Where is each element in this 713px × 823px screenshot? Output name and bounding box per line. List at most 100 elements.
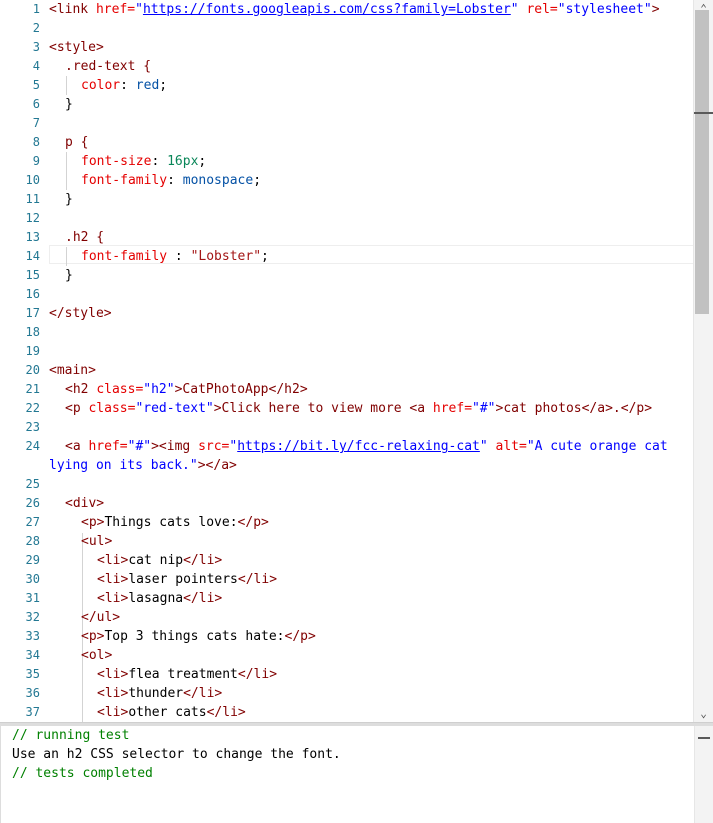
code-token: <p> [81, 515, 105, 530]
line-number: 2 [32, 21, 40, 35]
code-token: "stylesheet" [557, 2, 652, 17]
test-console: // running test Use an h2 CSS selector t… [0, 726, 713, 823]
code-line-10: font-family: monospace; [81, 171, 713, 190]
line-number: 7 [32, 116, 40, 130]
chevron-up-icon[interactable]: ⌃ [694, 0, 713, 18]
code-line-6: } [65, 95, 705, 114]
code-token: font-family [81, 249, 168, 264]
code-token: rel= [526, 2, 558, 17]
code-token: </li> [183, 553, 223, 568]
code-line-9: font-size: 16px; [81, 152, 713, 171]
code-token: } [65, 268, 73, 283]
code-token: >cat photos</a>.</p> [495, 401, 653, 416]
code-token: <a [409, 401, 433, 416]
code-token: <li> [97, 572, 129, 587]
code-line-27: <p>Things cats love:</p> [81, 513, 713, 532]
line-number: 25 [25, 477, 40, 491]
vertical-scrollbar[interactable]: ⌃ ⌄ [693, 0, 713, 722]
indent-guide [66, 76, 67, 95]
code-line-13: .h2 { [65, 228, 705, 247]
code-line-22: <p class="red-text">Click here to view m… [65, 399, 705, 418]
indent-guide [82, 552, 83, 609]
code-line-20: <main> [49, 361, 689, 380]
code-line-8: p { [65, 133, 705, 152]
scrollbar-thumb[interactable] [695, 10, 709, 314]
code-link[interactable]: https://bit.ly/fcc-relaxing-cat [237, 439, 480, 454]
line-number: 37 [25, 705, 40, 719]
code-token: </li> [183, 591, 223, 606]
code-token: : [167, 173, 183, 188]
code-token: ; [159, 78, 168, 93]
code-token: thunder [128, 686, 184, 701]
code-token: <p [65, 401, 89, 416]
line-number: 5 [32, 78, 40, 92]
code-token: lasagna [128, 591, 184, 606]
code-token: <div> [65, 496, 105, 511]
line-number: 36 [25, 686, 40, 700]
code-token: "#" [127, 439, 152, 454]
line-number: 8 [32, 135, 40, 149]
code-line-36: <li>thunder</li> [97, 684, 713, 703]
code-token: "A cute orange cat [526, 439, 668, 454]
code-token: <li> [97, 667, 129, 682]
code-line-37: <li>other cats</li> [97, 703, 713, 722]
console-line: Use an h2 CSS selector to change the fon… [12, 747, 341, 762]
code-line-24: <a href="#"><img src= "https://bit.ly/fcc… [65, 437, 705, 456]
line-number: 19 [25, 344, 40, 358]
code-token: </li> [206, 705, 246, 720]
code-token: lying on its back." [49, 458, 198, 473]
line-number: 34 [25, 648, 40, 662]
code-token: >CatPhotoApp</h2> [174, 382, 308, 397]
code-token: <li> [97, 591, 129, 606]
code-token: <li> [97, 686, 129, 701]
collapse-icon[interactable] [698, 737, 710, 739]
console-line: // running test [12, 728, 130, 743]
code-token: ; [253, 173, 262, 188]
code-line-33: <p>Top 3 things cats hate:</p> [81, 627, 713, 646]
console-line: // tests completed [12, 766, 153, 781]
indent-guide [66, 152, 67, 190]
console-scrollbar[interactable] [694, 726, 713, 823]
line-number: 29 [25, 553, 40, 567]
code-line-28: <ul> [81, 532, 713, 551]
code-token: "Lobster" [190, 249, 262, 264]
code-token: red [135, 78, 160, 93]
code-token: href= [88, 439, 128, 454]
line-number: 21 [25, 382, 40, 396]
code-editor[interactable]: 1 2 3 4 5 6 7 8 9 10 11 12 13 14 15 16 1… [0, 0, 713, 722]
code-token: other cats [128, 705, 207, 720]
code-token: } [65, 192, 73, 207]
line-number: 31 [25, 591, 40, 605]
code-link[interactable]: https://fonts.googleapis.com/css?family=… [143, 2, 511, 17]
line-number: 12 [25, 211, 40, 225]
indent-guide [82, 666, 83, 722]
code-token: ></a> [197, 458, 237, 473]
code-token: <p> [81, 629, 105, 644]
code-token: "#" [472, 401, 496, 416]
code-token: class= [96, 382, 144, 397]
code-token: href= [432, 401, 473, 416]
code-token: 16px [167, 154, 199, 169]
code-line-35: <li>flea treatment</li> [97, 665, 713, 684]
line-number: 6 [32, 97, 40, 111]
code-token: flea treatment [128, 667, 238, 682]
code-token: : [120, 78, 136, 93]
line-number: 1 [32, 2, 40, 16]
line-number: 15 [25, 268, 40, 282]
code-token: " [135, 2, 143, 17]
line-number: 11 [25, 192, 40, 206]
line-number: 22 [25, 401, 40, 415]
line-number: 28 [25, 534, 40, 548]
code-token: </style> [49, 306, 112, 321]
code-token: " [510, 2, 527, 17]
line-number: 4 [32, 59, 40, 73]
code-line-32: </ul> [81, 608, 713, 627]
code-token: .h2 { [65, 230, 105, 245]
code-area[interactable]: 1 2 3 4 5 6 7 8 9 10 11 12 13 14 15 16 1… [0, 0, 709, 722]
code-line-34: <ol> [81, 646, 713, 665]
code-line-30: <li>laser pointers</li> [97, 570, 713, 589]
chevron-down-icon[interactable]: ⌄ [694, 706, 713, 722]
code-line-15: } [65, 266, 705, 285]
code-token: .red-text { [65, 59, 152, 74]
line-number: 33 [25, 629, 40, 643]
